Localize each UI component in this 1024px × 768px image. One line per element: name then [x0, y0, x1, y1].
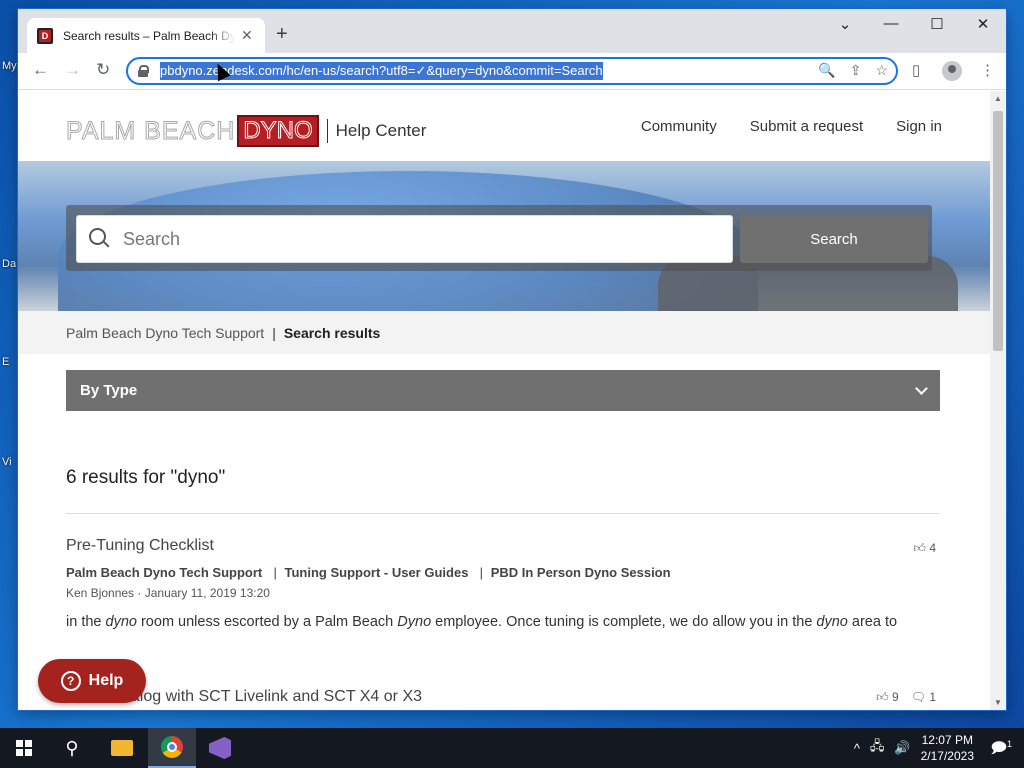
hero-banner: Search Search: [18, 161, 990, 311]
bookmark-star-icon[interactable]: ☆: [875, 62, 888, 79]
chevron-down-icon: [915, 381, 928, 395]
search-icon: [89, 228, 111, 250]
help-button[interactable]: ? Help: [38, 659, 146, 703]
search-form: Search Search: [66, 205, 932, 271]
minimize-button[interactable]: —: [868, 15, 914, 32]
start-button[interactable]: [0, 728, 48, 768]
search-input[interactable]: Search: [76, 215, 733, 263]
desktop-icon-label[interactable]: Da: [2, 258, 16, 270]
breadcrumb: Palm Beach Dyno Tech Support | Search re…: [18, 311, 990, 354]
reload-button[interactable]: ↻: [96, 60, 110, 80]
desktop-icon-label[interactable]: Vi: [2, 456, 12, 468]
breadcrumb-current: Search results: [283, 324, 381, 341]
logo-dyno: DYNO: [237, 115, 319, 147]
help-center-label: Help Center: [335, 121, 427, 140]
comment-icon: 🗨︎: [910, 690, 926, 704]
volume-icon[interactable]: 🔊: [894, 740, 910, 756]
notification-center-icon[interactable]: 🗩︎1: [990, 738, 1012, 763]
search-button[interactable]: Search: [740, 215, 928, 263]
nav-community[interactable]: Community: [641, 118, 717, 135]
tab-search-results[interactable]: D Search results – Palm Beach Dyno Tech …: [27, 18, 265, 53]
tab-close-icon[interactable]: ✕: [241, 27, 253, 44]
result-path-item[interactable]: PBD In Person Dyno Session: [491, 565, 671, 580]
result-meta: Ken Bjonnes · January 11, 2019 13:20: [66, 586, 270, 600]
thumbs-up-icon: 👍︎: [913, 541, 926, 555]
search-icon[interactable]: 🔍: [818, 62, 835, 79]
share-icon[interactable]: ⇪: [850, 62, 862, 79]
result-title[interactable]: Datalog with SCT Livelink and SCT X4 or …: [66, 688, 940, 706]
filter-by-type[interactable]: By Type: [66, 370, 940, 411]
search-result: Datalog with SCT Livelink and SCT X4 or …: [66, 688, 940, 706]
result-path-item[interactable]: Tuning Support - User Guides: [285, 565, 469, 580]
profile-avatar[interactable]: [942, 61, 962, 85]
result-votes: 👍︎ 9 🗨︎ 1: [876, 690, 936, 705]
logo-palm-beach: PALM BEACH: [65, 116, 236, 145]
search-placeholder: Search: [123, 228, 181, 249]
header-nav: Community Submit a request Sign in: [641, 118, 942, 135]
maximize-button[interactable]: ☐: [914, 15, 960, 33]
favicon-icon: D: [37, 27, 53, 44]
lock-icon[interactable]: [138, 65, 149, 77]
result-path: Palm Beach Dyno Tech Support | Tuning Su…: [66, 565, 671, 580]
thumbs-up-icon: 👍︎: [876, 690, 889, 704]
breadcrumb-root[interactable]: Palm Beach Dyno Tech Support: [66, 325, 264, 341]
desktop-icon-label[interactable]: E: [2, 356, 9, 368]
clock-time: 12:07 PM: [921, 733, 973, 747]
vote-count: 4: [929, 541, 936, 555]
nav-submit-request[interactable]: Submit a request: [750, 118, 863, 135]
logo-divider: [326, 119, 328, 143]
browser-window: D Search results – Palm Beach Dyno Tech …: [18, 9, 1006, 710]
tab-search-dropdown-icon[interactable]: ⌄: [822, 15, 868, 33]
vote-count: 9: [892, 690, 899, 704]
result-path-item[interactable]: Palm Beach Dyno Tech Support: [66, 565, 262, 580]
browser-toolbar: ← → ↻ pbdyno.zendesk.com/hc/en-us/search…: [18, 53, 1006, 90]
new-tab-button[interactable]: +: [276, 23, 288, 46]
close-window-button[interactable]: ✕: [960, 15, 1006, 33]
divider: [66, 513, 940, 514]
nav-sign-in[interactable]: Sign in: [896, 118, 942, 135]
back-button[interactable]: ←: [32, 60, 49, 80]
system-tray: ^ 🖧 🔊 12:07 PM 2/17/2023: [854, 728, 974, 768]
tab-title: Search results – Palm Beach Dyno Tech Su…: [63, 28, 235, 43]
help-label: Help: [88, 672, 124, 689]
result-title[interactable]: Pre-Tuning Checklist: [66, 537, 940, 555]
network-icon[interactable]: 🖧: [870, 737, 885, 759]
tab-strip: D Search results – Palm Beach Dyno Tech …: [18, 9, 1006, 53]
file-explorer-icon[interactable]: [98, 728, 146, 768]
result-snippet: in the dyno room unless escorted by a Pa…: [66, 614, 898, 630]
result-votes: 👍︎ 4: [913, 541, 936, 556]
taskbar: ⚲ ^ 🖧 🔊 12:07 PM 2/17/2023 🗩︎1: [0, 728, 1024, 768]
menu-icon[interactable]: ⋮: [980, 61, 995, 79]
filter-label: By Type: [80, 382, 138, 399]
windows-logo-icon: [16, 740, 32, 756]
site-header: PALM BEACH DYNO Help Center Community Su…: [18, 91, 990, 161]
results-count: 6 results for "dyno": [66, 467, 226, 488]
search-taskbar-icon[interactable]: ⚲: [48, 728, 96, 768]
breadcrumb-separator: |: [272, 324, 276, 341]
notification-count: 1: [1006, 739, 1012, 749]
result-author: Ken Bjonnes: [66, 586, 135, 600]
tray-chevron-icon[interactable]: ^: [854, 741, 860, 756]
result-date: January 11, 2019 13:20: [144, 586, 270, 600]
search-result: Pre-Tuning Checklist Palm Beach Dyno Tec…: [66, 537, 940, 630]
chrome-taskbar-icon[interactable]: [148, 728, 196, 768]
forward-button[interactable]: →: [64, 60, 81, 80]
visual-studio-icon[interactable]: [196, 728, 244, 768]
address-bar[interactable]: pbdyno.zendesk.com/hc/en-us/search?utf8=…: [126, 57, 898, 85]
side-panel-icon[interactable]: ▯: [912, 61, 920, 79]
clock[interactable]: 12:07 PM 2/17/2023: [921, 732, 974, 764]
help-question-icon: ?: [60, 671, 81, 691]
desktop-icon-label[interactable]: My: [2, 60, 17, 72]
scrollbar[interactable]: ▲ ▼: [990, 91, 1006, 710]
clock-date: 2/17/2023: [920, 749, 974, 763]
site-logo[interactable]: PALM BEACH DYNO Help Center: [65, 115, 427, 147]
comment-count: 1: [929, 690, 936, 704]
web-page: PALM BEACH DYNO Help Center Community Su…: [18, 91, 990, 710]
scroll-thumb[interactable]: [993, 111, 1003, 351]
